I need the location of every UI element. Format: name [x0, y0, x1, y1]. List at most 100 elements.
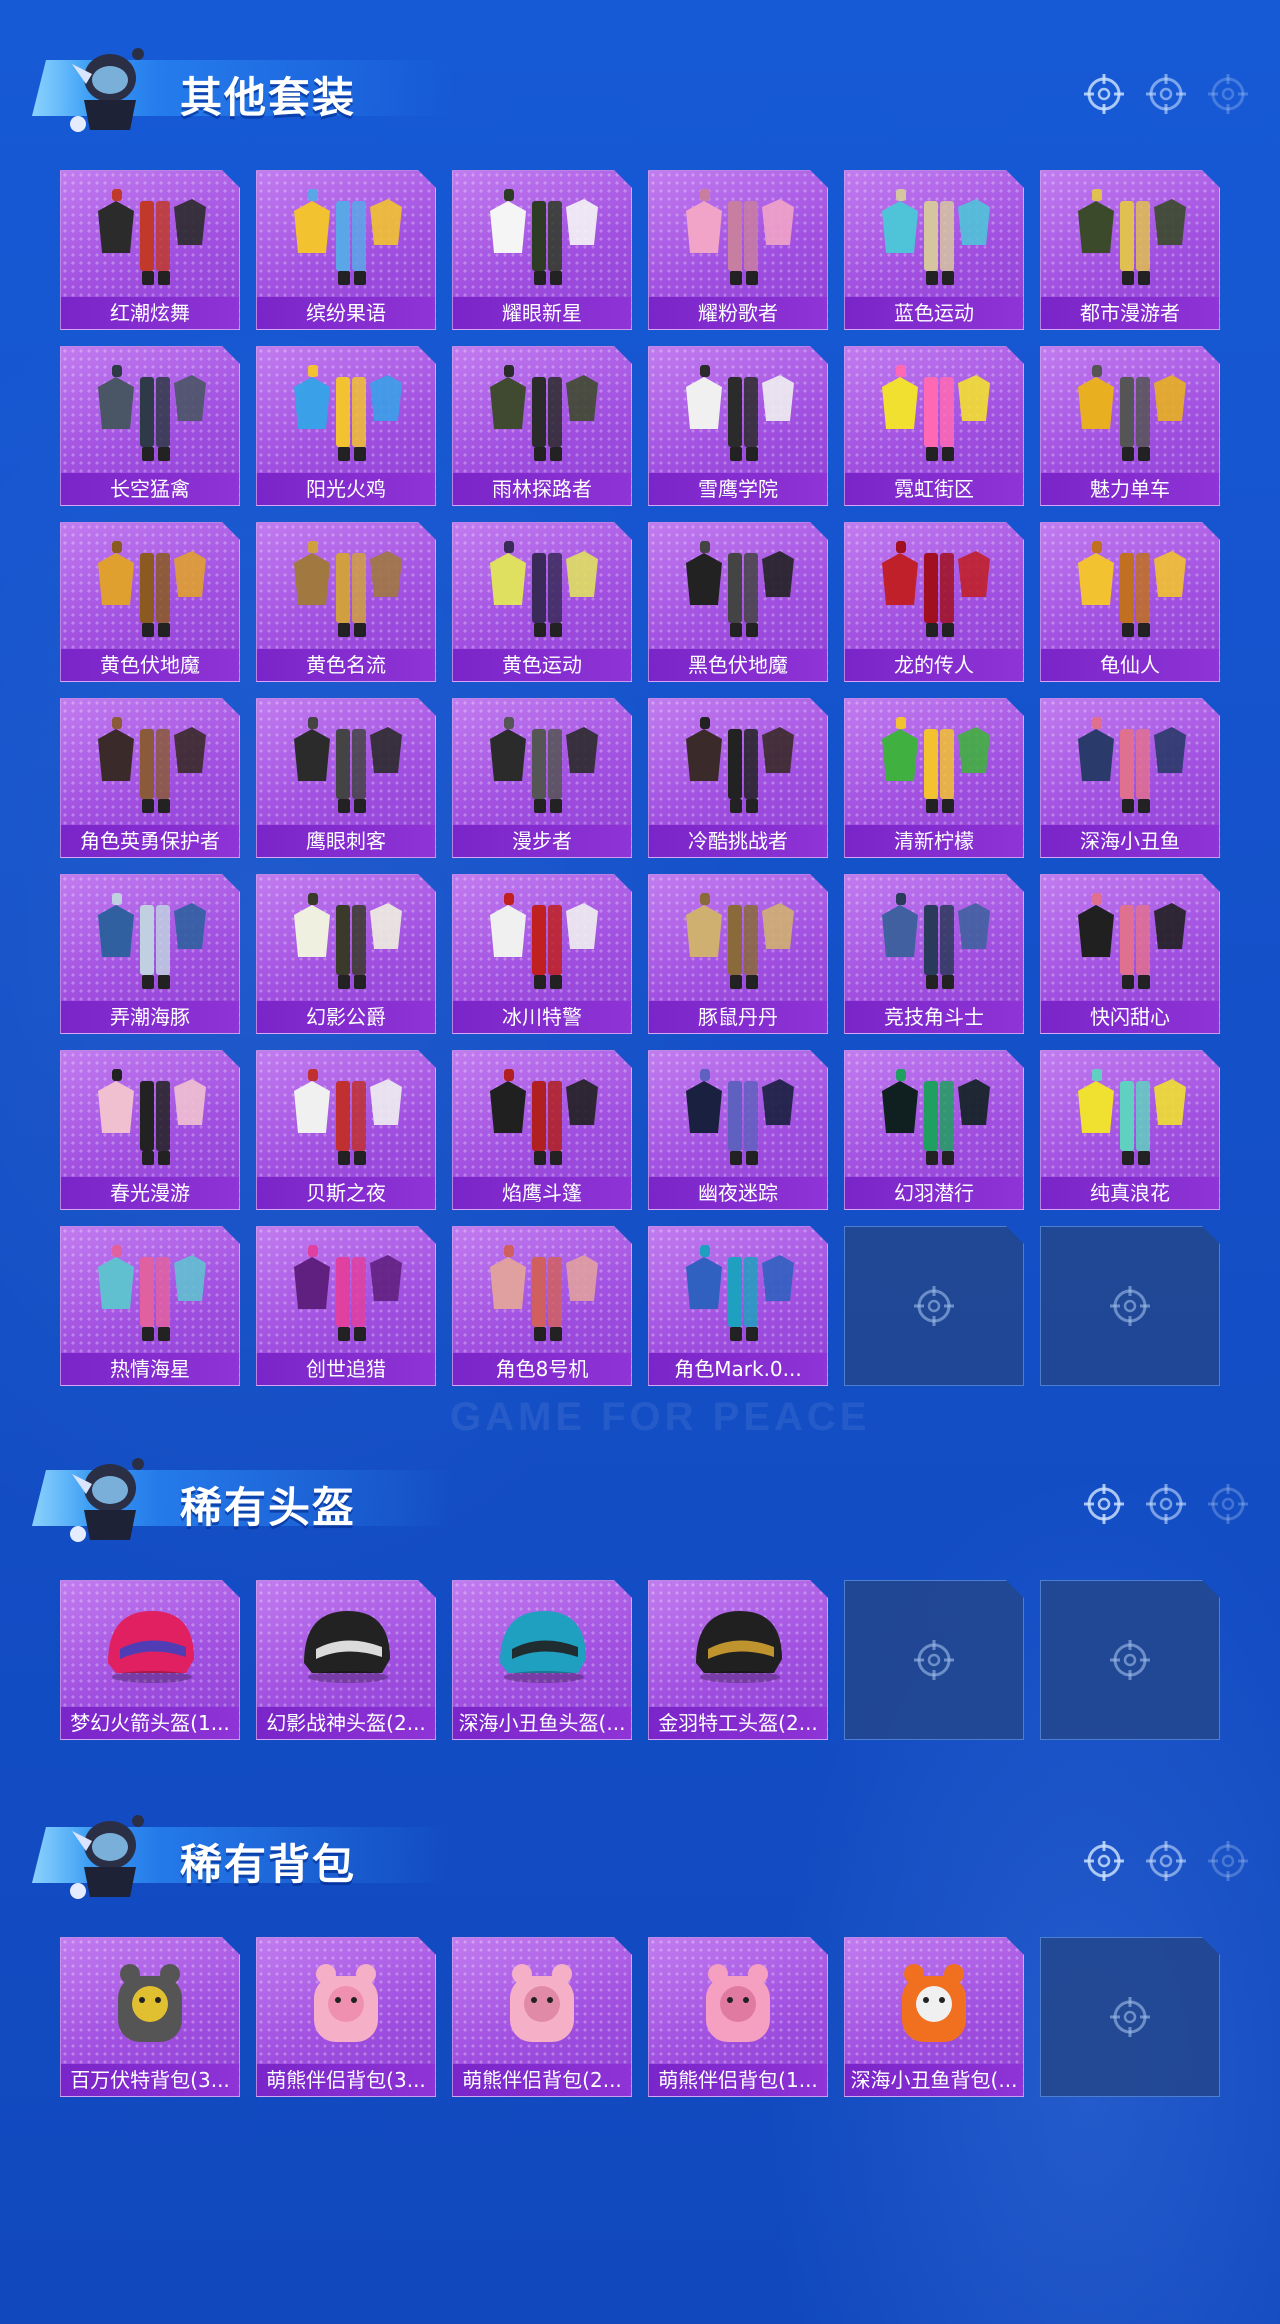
item-card[interactable]: 金羽特工头盔(2... [648, 1580, 828, 1740]
item-card[interactable]: 热情海星 [60, 1226, 240, 1386]
item-card[interactable]: 龙的传人 [844, 522, 1024, 682]
item-card[interactable]: 阳光火鸡 [256, 346, 436, 506]
item-card[interactable]: 梦幻火箭头盔(1... [60, 1580, 240, 1740]
item-label: 幻影公爵 [257, 1001, 435, 1033]
item-label: 长空猛禽 [61, 473, 239, 505]
item-card[interactable]: 角色英勇保护者 [60, 698, 240, 858]
outfit-image [90, 535, 210, 643]
item-card[interactable]: 快闪甜心 [1040, 874, 1220, 1034]
outfit-image [286, 887, 406, 995]
item-card[interactable]: 贝斯之夜 [256, 1050, 436, 1210]
item-card[interactable]: 黄色伏地魔 [60, 522, 240, 682]
mascot-icon [64, 1444, 156, 1548]
section-2: 稀有头盔 梦幻火箭头盔(1... 幻影战神头盔(2... 深海小丑鱼头盔(... 金羽特… [0, 1440, 1280, 1740]
section-header: 稀有背包 [0, 1797, 1280, 1907]
item-label: 角色8号机 [453, 1353, 631, 1385]
helmet-image [286, 1593, 406, 1701]
item-card[interactable]: 龟仙人 [1040, 522, 1220, 682]
item-card[interactable]: 幽夜迷踪 [648, 1050, 828, 1210]
crosshair-icon [1108, 1995, 1152, 2039]
outfit-image [1070, 535, 1190, 643]
item-card[interactable]: 黄色运动 [452, 522, 632, 682]
outfit-image [482, 359, 602, 467]
item-label: 魅力单车 [1041, 473, 1219, 505]
item-label: 春光漫游 [61, 1177, 239, 1209]
empty-slot [844, 1226, 1024, 1386]
item-card[interactable]: 长空猛禽 [60, 346, 240, 506]
item-label: 黑色伏地魔 [649, 649, 827, 681]
item-label: 创世追猎 [257, 1353, 435, 1385]
item-card[interactable]: 萌熊伴侣背包(3... [256, 1937, 436, 2097]
item-card[interactable]: 清新柠檬 [844, 698, 1024, 858]
outfit-image [286, 535, 406, 643]
item-card[interactable]: 深海小丑鱼背包(... [844, 1937, 1024, 2097]
item-label: 萌熊伴侣背包(3... [257, 2064, 435, 2096]
helmet-image [678, 1593, 798, 1701]
item-card[interactable]: 幻影战神头盔(2... [256, 1580, 436, 1740]
item-card[interactable]: 幻羽潜行 [844, 1050, 1024, 1210]
item-card[interactable]: 耀粉歌者 [648, 170, 828, 330]
item-card[interactable]: 黄色名流 [256, 522, 436, 682]
section-title: 稀有背包 [180, 1840, 357, 1889]
item-label: 阳光火鸡 [257, 473, 435, 505]
crosshair-icon [1108, 1284, 1152, 1328]
outfit-image [678, 535, 798, 643]
outfit-image [678, 183, 798, 291]
item-card[interactable]: 竞技角斗士 [844, 874, 1024, 1034]
item-label: 金羽特工头盔(2... [649, 1707, 827, 1739]
item-card[interactable]: 耀眼新星 [452, 170, 632, 330]
item-card[interactable]: 雪鹰学院 [648, 346, 828, 506]
item-label: 纯真浪花 [1041, 1177, 1219, 1209]
item-grid: 梦幻火箭头盔(1... 幻影战神头盔(2... 深海小丑鱼头盔(... 金羽特工头盔(… [60, 1580, 1220, 1740]
item-label: 深海小丑鱼 [1041, 825, 1219, 857]
item-card[interactable]: 弄潮海豚 [60, 874, 240, 1034]
item-card[interactable]: 缤纷果语 [256, 170, 436, 330]
outfit-image [90, 183, 210, 291]
item-card[interactable]: 豚鼠丹丹 [648, 874, 828, 1034]
item-label: 梦幻火箭头盔(1... [61, 1707, 239, 1739]
item-card[interactable]: 蓝色运动 [844, 170, 1024, 330]
item-card[interactable]: 春光漫游 [60, 1050, 240, 1210]
item-card[interactable]: 黑色伏地魔 [648, 522, 828, 682]
item-label: 雨林探路者 [453, 473, 631, 505]
item-label: 焰鹰斗篷 [453, 1177, 631, 1209]
item-card[interactable]: 纯真浪花 [1040, 1050, 1220, 1210]
item-card[interactable]: 幻影公爵 [256, 874, 436, 1034]
item-label: 龟仙人 [1041, 649, 1219, 681]
item-card[interactable]: 霓虹街区 [844, 346, 1024, 506]
backpack-image [678, 1950, 798, 2058]
item-label: 弄潮海豚 [61, 1001, 239, 1033]
item-card[interactable]: 冷酷挑战者 [648, 698, 828, 858]
item-card[interactable]: 鹰眼刺客 [256, 698, 436, 858]
crosshair-icon [1144, 1839, 1188, 1887]
item-card[interactable]: 魅力单车 [1040, 346, 1220, 506]
item-card[interactable]: 焰鹰斗篷 [452, 1050, 632, 1210]
item-card[interactable]: 红潮炫舞 [60, 170, 240, 330]
outfit-image [874, 359, 994, 467]
item-label: 幻羽潜行 [845, 1177, 1023, 1209]
crosshair-icon [1108, 1638, 1152, 1682]
item-card[interactable]: 漫步者 [452, 698, 632, 858]
item-card[interactable]: 冰川特警 [452, 874, 632, 1034]
empty-slot [1040, 1937, 1220, 2097]
item-label: 红潮炫舞 [61, 297, 239, 329]
item-card[interactable]: 角色8号机 [452, 1226, 632, 1386]
item-card[interactable]: 百万伏特背包(3... [60, 1937, 240, 2097]
section-3: 稀有背包百万伏特背包(3... 萌熊伴侣背包(3... 萌熊伴侣背包(2... 萌熊伴… [0, 1797, 1280, 2097]
item-label: 幽夜迷踪 [649, 1177, 827, 1209]
item-card[interactable]: 深海小丑鱼 [1040, 698, 1220, 858]
outfit-image [90, 1239, 210, 1347]
crosshair-icon [1206, 72, 1250, 120]
crosshair-icon [1206, 1839, 1250, 1887]
item-card[interactable]: 角色Mark.0... [648, 1226, 828, 1386]
item-card[interactable]: 都市漫游者 [1040, 170, 1220, 330]
item-card[interactable]: 深海小丑鱼头盔(... [452, 1580, 632, 1740]
item-label: 龙的传人 [845, 649, 1023, 681]
item-card[interactable]: 萌熊伴侣背包(1... [648, 1937, 828, 2097]
item-card[interactable]: 创世追猎 [256, 1226, 436, 1386]
item-label: 萌熊伴侣背包(1... [649, 2064, 827, 2096]
outfit-image [482, 887, 602, 995]
item-card[interactable]: 萌熊伴侣背包(2... [452, 1937, 632, 2097]
item-label: 角色英勇保护者 [61, 825, 239, 857]
item-card[interactable]: 雨林探路者 [452, 346, 632, 506]
